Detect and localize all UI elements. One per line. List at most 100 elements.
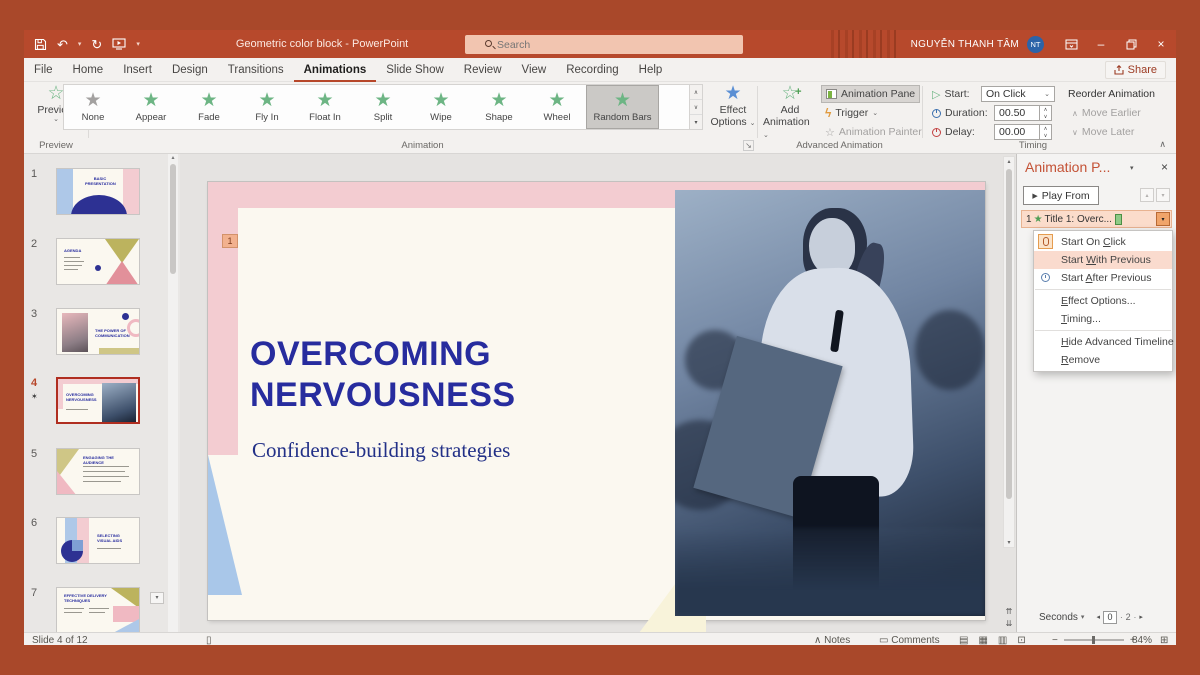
zoom-slider[interactable] [1064, 639, 1124, 641]
undo-dropdown-icon[interactable]: ▾ [78, 41, 82, 48]
animation-number-badge[interactable]: 1 [222, 234, 238, 248]
menu-item-start-with-previous[interactable]: Start With Previous [1034, 251, 1172, 269]
gallery-scroll-down-icon[interactable]: ∨ [690, 100, 702, 115]
collapse-ribbon-icon[interactable]: ∧ [1159, 139, 1166, 150]
slide-sorter-view-icon[interactable]: ▦ [978, 635, 987, 645]
add-animation-button[interactable]: ☆+ Add Animation ⌄ [763, 84, 817, 140]
zoom-out-icon[interactable]: − [1052, 635, 1058, 645]
slide-thumbnail-7[interactable]: EFFECTIVE DELIVERY TECHNIQUES [56, 587, 140, 632]
redo-icon[interactable]: ↻ [91, 38, 102, 51]
search-box[interactable] [465, 35, 743, 54]
collapse-thumbnails-icon[interactable]: ▾ [150, 592, 164, 604]
search-input[interactable] [497, 39, 697, 51]
scroll-up-icon[interactable]: ▴ [1004, 158, 1014, 165]
avatar[interactable]: NT [1027, 36, 1044, 53]
play-from-button[interactable]: ▶ Play From [1023, 186, 1099, 205]
timeline-right-icon[interactable]: ▸ [1139, 613, 1143, 621]
animation-random-bars[interactable]: ★Random Bars [586, 85, 659, 129]
editor-scrollbar[interactable]: ▴ ▾ [1003, 156, 1015, 548]
tab-file[interactable]: File [24, 58, 63, 82]
thumbnail-scrollbar[interactable]: ▴ [168, 154, 178, 632]
slideshow-view-icon[interactable]: ⊡ [1017, 635, 1025, 645]
slide-thumbnail-5[interactable]: ENGAGING THE AUDIENCE [56, 448, 140, 495]
animation-item-dropdown[interactable]: ▾ [1156, 212, 1170, 226]
animation-split[interactable]: ★Split [354, 85, 412, 129]
pane-close-icon[interactable]: × [1161, 160, 1168, 174]
zoom-level[interactable]: 84% [1132, 635, 1152, 645]
tab-help[interactable]: Help [629, 58, 673, 82]
gallery-scroll-up-icon[interactable]: ∧ [690, 85, 702, 100]
slide-title[interactable]: OVERCOMING NERVOUSNESS [250, 334, 516, 416]
animation-appear[interactable]: ★Appear [122, 85, 180, 129]
start-dropdown[interactable]: On Click ⌄ [981, 86, 1055, 102]
duration-spinner[interactable]: ∧∨ [1040, 105, 1052, 121]
animation-none[interactable]: ★None [64, 85, 122, 129]
restore-button[interactable] [1116, 30, 1146, 58]
animation-dialog-launcher-icon[interactable]: ↘ [743, 140, 754, 151]
slide-thumbnail-4[interactable]: OVERCOMING NERVOUSNESS [56, 377, 140, 424]
undo-icon[interactable]: ↶ [57, 38, 68, 51]
reading-view-icon[interactable]: ▥ [998, 635, 1007, 645]
user-name[interactable]: NGUYỄN THANH TÂM [911, 39, 1019, 50]
animation-painter-button[interactable]: ☆ Animation Painter [821, 123, 926, 141]
slide-thumbnail-1[interactable]: BASIC PRESENTATION [56, 168, 140, 215]
scrollbar-thumb[interactable] [1006, 169, 1012, 499]
move-earlier-button[interactable]: ∧Move Earlier [1068, 104, 1145, 122]
slide-thumbnail-3[interactable]: THE POWER OF COMMUNICATION [56, 308, 140, 355]
effect-options-button[interactable]: ★ Effect Options ⌄ [709, 84, 757, 128]
tab-view[interactable]: View [512, 58, 557, 82]
tab-recording[interactable]: Recording [556, 58, 628, 82]
pane-dropdown-icon[interactable]: ▾ [1130, 164, 1134, 172]
move-later-button[interactable]: ∨Move Later [1068, 123, 1138, 141]
animation-float-in[interactable]: ★Float In [296, 85, 354, 129]
fit-slide-icon[interactable]: ⊞ [1160, 635, 1168, 645]
menu-item-effect-options[interactable]: Effect Options... [1034, 292, 1172, 310]
delay-spinner[interactable]: ∧∨ [1040, 124, 1052, 140]
menu-item-start-on-click[interactable]: Start On Click [1034, 233, 1172, 251]
scrollbar-thumb[interactable] [170, 164, 176, 274]
animation-shape[interactable]: ★Shape [470, 85, 528, 129]
menu-item-hide-advanced-timeline[interactable]: Hide Advanced Timeline [1034, 333, 1172, 351]
tab-design[interactable]: Design [162, 58, 218, 82]
next-slide-button[interactable]: ⇊ [1006, 619, 1013, 628]
menu-item-timing[interactable]: Timing... [1034, 310, 1172, 328]
slide-thumbnail-2[interactable]: AGENDA [56, 238, 140, 285]
tab-home[interactable]: Home [63, 58, 114, 82]
seconds-dropdown[interactable]: Seconds ▾ [1039, 612, 1084, 623]
gallery-more-icon[interactable]: ▾ [690, 115, 702, 129]
tab-insert[interactable]: Insert [113, 58, 162, 82]
animation-pane-button[interactable]: Animation Pane [821, 85, 920, 103]
tab-transitions[interactable]: Transitions [218, 58, 294, 82]
animation-wheel[interactable]: ★Wheel [528, 85, 586, 129]
tab-slide-show[interactable]: Slide Show [376, 58, 454, 82]
delay-input[interactable]: 00.00 [994, 124, 1040, 140]
duration-input[interactable]: 00.50 [994, 105, 1040, 121]
animation-fly-in[interactable]: ★Fly In [238, 85, 296, 129]
animation-fade[interactable]: ★Fade [180, 85, 238, 129]
slide-canvas[interactable]: 1 OVERCOMING NERVOUSNESS Confidence-buil… [208, 182, 985, 620]
scroll-up-icon[interactable]: ▴ [168, 154, 178, 161]
display-settings-icon[interactable]: ▯ [206, 635, 212, 645]
slide-thumbnail-6[interactable]: SELECTING VISUAL AIDS [56, 517, 140, 564]
normal-view-icon[interactable]: ▤ [959, 635, 968, 645]
close-button[interactable]: × [1146, 30, 1176, 58]
tab-review[interactable]: Review [454, 58, 512, 82]
timeline-left-icon[interactable]: ◂ [1096, 613, 1100, 621]
minimize-button[interactable]: – [1086, 30, 1116, 58]
move-down-icon[interactable]: ▾ [1156, 188, 1170, 202]
ribbon-display-options-icon[interactable] [1056, 30, 1086, 58]
timeline-scale[interactable]: ◂ 0 · 2 · ▸ [1096, 611, 1142, 624]
slide-photo[interactable] [675, 190, 985, 616]
animation-item-title-1[interactable]: 1 ★ Title 1: Overc... ▾ [1021, 210, 1172, 228]
customize-qat-icon[interactable]: ▾ [136, 41, 140, 48]
menu-item-remove[interactable]: Remove [1034, 351, 1172, 369]
notes-button[interactable]: ∧ Notes [814, 635, 850, 645]
scroll-down-icon[interactable]: ▾ [1004, 539, 1014, 546]
tab-animations[interactable]: Animations [294, 58, 377, 82]
menu-item-start-after-previous[interactable]: Start After Previous [1034, 269, 1172, 287]
start-slideshow-icon[interactable] [112, 38, 126, 50]
save-icon[interactable] [34, 38, 47, 51]
previous-slide-button[interactable]: ⇈ [1006, 607, 1013, 616]
share-button[interactable]: Share [1105, 61, 1166, 79]
trigger-button[interactable]: ϟ Trigger ⌄ [821, 104, 882, 122]
